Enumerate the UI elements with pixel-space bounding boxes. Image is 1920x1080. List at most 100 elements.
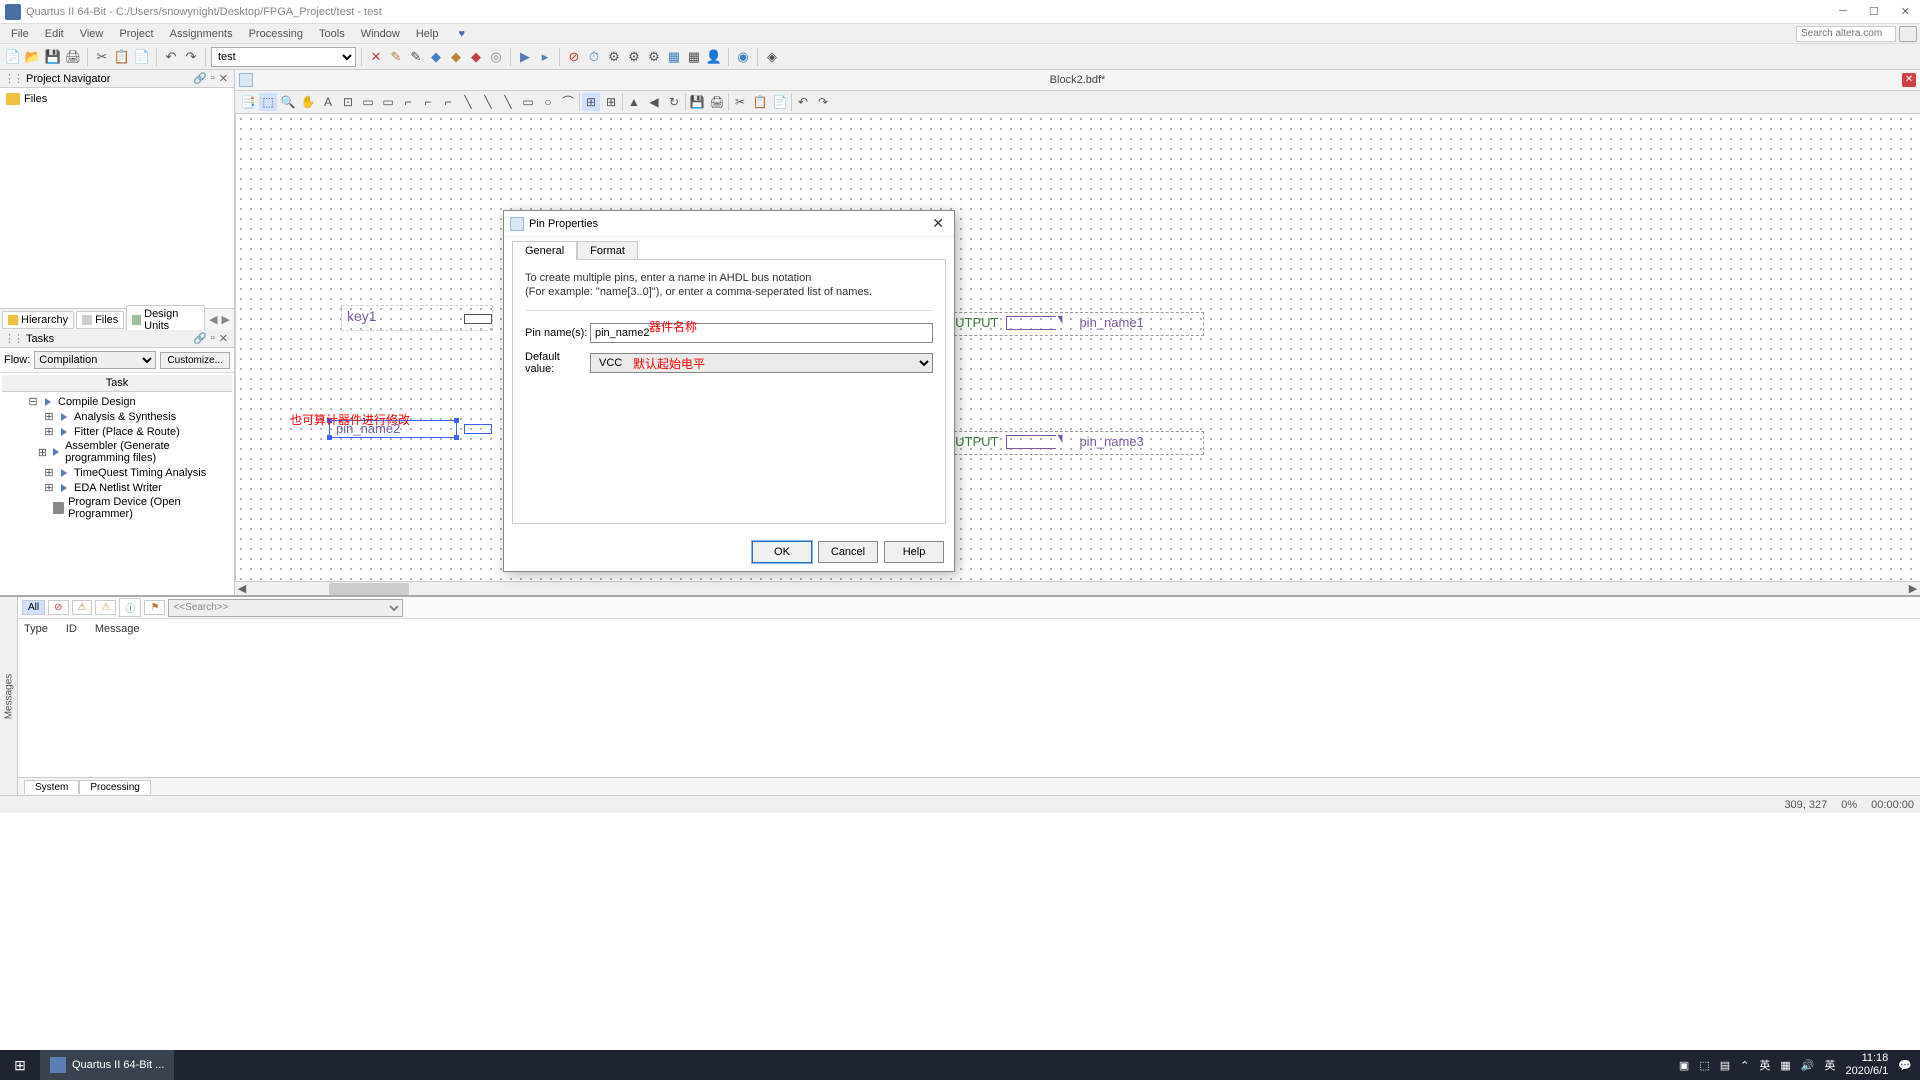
tray-icon[interactable]: 🔊 — [1801, 1059, 1815, 1072]
customize-button[interactable]: Customize... — [160, 352, 230, 369]
msg-filter-info-icon[interactable]: ⓘ — [119, 598, 141, 617]
ctool-text-icon[interactable]: A — [319, 93, 337, 111]
dialog-tab-general[interactable]: General — [512, 241, 577, 260]
input-pin-key1[interactable]: key1 — [341, 305, 493, 331]
ctool-pin-icon[interactable]: ▭ — [379, 93, 397, 111]
panel-dock-icon[interactable]: ▫ — [209, 72, 217, 85]
project-tree-files[interactable]: Files — [4, 92, 230, 106]
tool-g-icon[interactable]: ◉ — [734, 48, 752, 66]
output-pin-name3[interactable]: OUTPUT pin_name3 — [945, 434, 1144, 449]
ctool-wire1-icon[interactable]: ⌐ — [399, 93, 417, 111]
menu-assignments[interactable]: Assignments — [162, 26, 241, 42]
expand-icon[interactable]: ⊞ — [44, 466, 54, 479]
panel-dock-icon[interactable]: ▫ — [209, 332, 217, 345]
ctool-oval-icon[interactable]: ○ — [539, 93, 557, 111]
tray-ime2[interactable]: 英 — [1824, 1057, 1835, 1073]
timer-icon[interactable]: ⏱ — [585, 48, 603, 66]
panel-close-icon[interactable]: ✕ — [217, 72, 230, 85]
msg-filter-warn2-icon[interactable]: ⚠ — [95, 600, 116, 615]
window-maximize[interactable]: ☐ — [1864, 5, 1884, 18]
tool-6-icon[interactable]: ◆ — [467, 48, 485, 66]
tool-1-icon[interactable]: ✕ — [367, 48, 385, 66]
ctool-symbol-icon[interactable]: ⊡ — [339, 93, 357, 111]
tool-c-icon[interactable]: ⚙ — [645, 48, 663, 66]
copy-icon[interactable]: 📋 — [113, 48, 131, 66]
ctool-pointer-icon[interactable]: ⬚ — [259, 93, 277, 111]
task-row[interactable]: ⊞Analysis & Synthesis — [0, 409, 234, 424]
project-tree[interactable]: Files — [0, 88, 234, 308]
ctool-print-icon[interactable]: 🖨 — [708, 93, 726, 111]
ctool-arc-icon[interactable]: ⌒ — [559, 93, 577, 111]
panel-close-icon[interactable]: ✕ — [217, 332, 230, 345]
canvas-hscroll[interactable]: ◀▶ — [235, 581, 1920, 595]
ok-button[interactable]: OK — [752, 541, 812, 563]
expand-icon[interactable]: ⊞ — [44, 410, 54, 423]
save-icon[interactable]: 💾 — [44, 48, 62, 66]
start-button[interactable]: ⊞ — [0, 1057, 40, 1074]
expand-icon[interactable]: ⊞ — [44, 481, 54, 494]
menu-edit[interactable]: Edit — [37, 26, 72, 42]
menu-window[interactable]: Window — [353, 26, 408, 42]
menu-view[interactable]: View — [72, 26, 112, 42]
ctool-cut-icon[interactable]: ✂ — [731, 93, 749, 111]
document-close-icon[interactable]: ✕ — [1902, 73, 1916, 87]
tool-d-icon[interactable]: ▦ — [665, 48, 683, 66]
ctool-bus-icon[interactable]: ╲ — [479, 93, 497, 111]
ctool-block-icon[interactable]: ▭ — [359, 93, 377, 111]
ctool-line-icon[interactable]: ╲ — [459, 93, 477, 111]
task-row[interactable]: ⊟Compile Design — [0, 394, 234, 409]
help-icon[interactable]: ♥ — [450, 26, 473, 42]
ctool-partial-icon[interactable]: ⊞ — [602, 93, 620, 111]
taskbar-app-quartus[interactable]: Quartus II 64-Bit ... — [40, 1050, 174, 1080]
msg-tab-system[interactable]: System — [24, 780, 79, 794]
msg-filter-warn-icon[interactable]: ⚠ — [72, 600, 93, 615]
ctool-undo-icon[interactable]: ↶ — [794, 93, 812, 111]
msg-filter-error-icon[interactable]: ⊘ — [48, 600, 68, 615]
default-value-select[interactable]: VCC — [590, 353, 933, 373]
search-input[interactable] — [1796, 26, 1896, 42]
tray-icon[interactable]: ▦ — [1780, 1059, 1790, 1072]
msg-search[interactable]: <<Search>> — [168, 599, 403, 617]
pin-name-input[interactable] — [590, 323, 933, 343]
tab-right-icon[interactable]: ▶ — [220, 314, 232, 326]
expand-icon[interactable]: ⊟ — [28, 395, 38, 408]
task-row[interactable]: ⊞Assembler (Generate programming files) — [0, 439, 234, 465]
menu-processing[interactable]: Processing — [241, 26, 311, 42]
stop-icon[interactable]: ⊘ — [565, 48, 583, 66]
menu-project[interactable]: Project — [111, 26, 161, 42]
cancel-button[interactable]: Cancel — [818, 541, 878, 563]
ctool-hand-icon[interactable]: ✋ — [299, 93, 317, 111]
window-minimize[interactable]: ─ — [1834, 5, 1852, 18]
menu-help[interactable]: Help — [408, 26, 447, 42]
tool-h-icon[interactable]: ◈ — [763, 48, 781, 66]
tray-icon[interactable]: ⌃ — [1740, 1059, 1749, 1072]
ctool-rotate-icon[interactable]: ↻ — [665, 93, 683, 111]
menu-tools[interactable]: Tools — [311, 26, 353, 42]
run2-icon[interactable]: ▸ — [536, 48, 554, 66]
project-selector[interactable]: test — [211, 47, 356, 67]
search-button[interactable] — [1899, 26, 1917, 42]
window-close[interactable]: ✕ — [1896, 5, 1915, 18]
tray-notifications-icon[interactable]: 💬 — [1898, 1059, 1912, 1072]
ctool-zoom-icon[interactable]: 🔍 — [279, 93, 297, 111]
paste-icon[interactable]: 📄 — [133, 48, 151, 66]
msg-tab-processing[interactable]: Processing — [79, 780, 150, 794]
open-icon[interactable]: 📂 — [24, 48, 42, 66]
tool-a-icon[interactable]: ⚙ — [605, 48, 623, 66]
tab-files[interactable]: Files — [76, 311, 124, 329]
task-header[interactable]: Task — [2, 375, 232, 392]
task-row[interactable]: Program Device (Open Programmer) — [0, 495, 234, 521]
dialog-close-icon[interactable]: ✕ — [928, 215, 948, 232]
tray-ime[interactable]: 英 — [1759, 1057, 1770, 1073]
output-pin-name1[interactable]: OUTPUT pin_name1 — [945, 315, 1144, 330]
tool-3-icon[interactable]: ✎ — [407, 48, 425, 66]
messages-vtab[interactable]: Messages — [0, 597, 18, 795]
messages-table[interactable]: Type ID Message — [18, 619, 1920, 777]
panel-link-icon[interactable]: 🔗 — [191, 332, 209, 345]
cut-icon[interactable]: ✂ — [93, 48, 111, 66]
tab-hierarchy[interactable]: Hierarchy — [2, 311, 74, 329]
tool-5-icon[interactable]: ◆ — [447, 48, 465, 66]
undo-icon[interactable]: ↶ — [162, 48, 180, 66]
ctool-redo-icon[interactable]: ↷ — [814, 93, 832, 111]
dialog-tab-format[interactable]: Format — [577, 241, 638, 260]
